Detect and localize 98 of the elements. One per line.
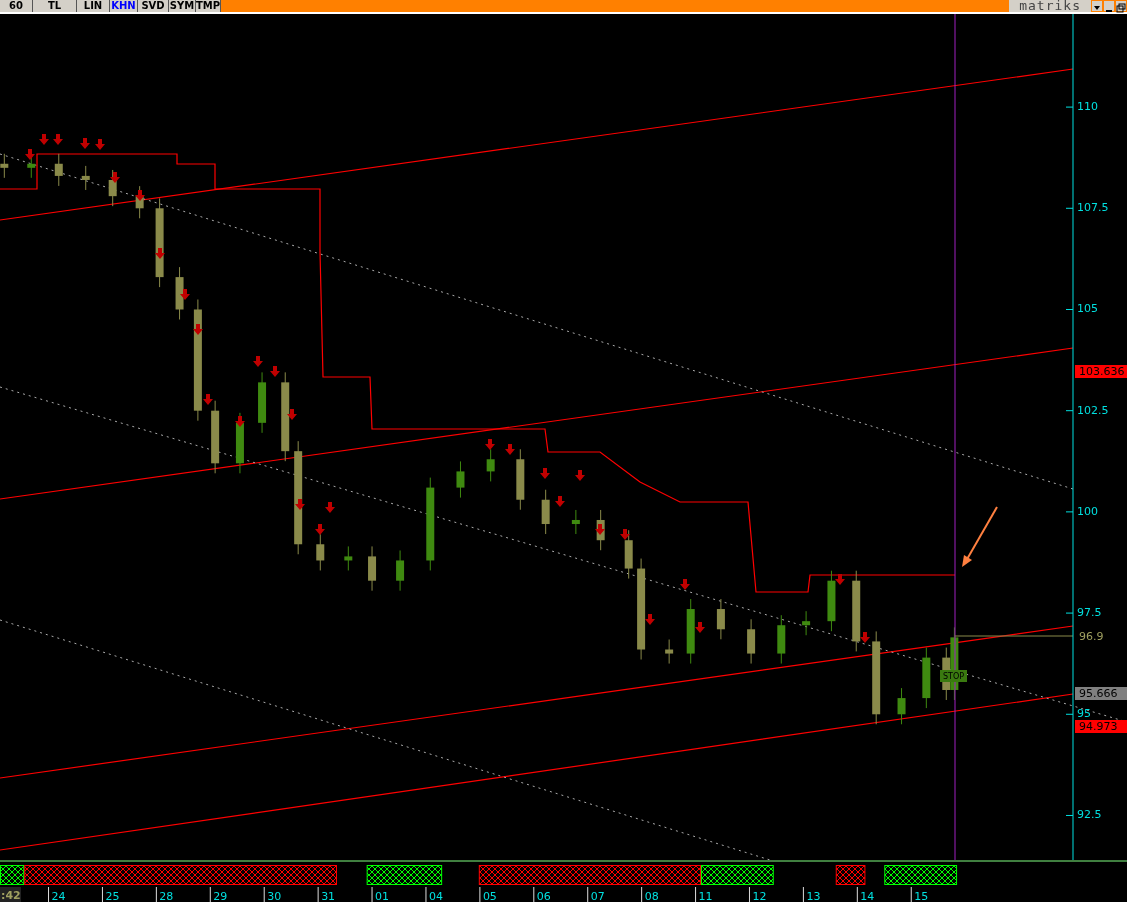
down-arrow-icon <box>680 579 690 590</box>
down-arrow-icon <box>485 439 495 450</box>
candlestick <box>686 598 695 665</box>
date-label: 11 <box>698 890 713 902</box>
candlestick <box>747 618 756 665</box>
price-label: 96.9 <box>1079 630 1104 643</box>
down-arrow-icon <box>695 622 705 633</box>
candlestick <box>827 570 836 632</box>
candlestick <box>624 529 633 580</box>
candlestick <box>777 614 786 665</box>
price-label: 103.636 <box>1075 365 1127 378</box>
axis-label: 95 <box>1077 707 1091 721</box>
date-label: 13 <box>806 890 821 902</box>
down-arrow-icon <box>235 416 245 427</box>
logo: matriks <box>1009 0 1091 12</box>
date-label: 01 <box>375 890 390 902</box>
date-label: 05 <box>482 890 497 902</box>
down-arrow-icon <box>287 409 297 420</box>
down-arrow-icon <box>180 289 190 300</box>
date-label: 24 <box>51 890 66 902</box>
down-arrow-icon <box>505 444 515 455</box>
toolbar-button[interactable]: KHN <box>110 0 138 12</box>
candlestick <box>316 533 325 571</box>
axis-label: 107.5 <box>1077 201 1109 215</box>
date-label: 25 <box>105 890 120 902</box>
price-label: 95.666 <box>1075 687 1127 700</box>
candlestick <box>175 266 184 320</box>
toolbar-button[interactable]: SVD <box>138 0 169 12</box>
candlestick <box>486 448 495 482</box>
down-arrow-icon <box>53 134 63 145</box>
down-arrow-icon <box>620 529 630 540</box>
down-arrow-icon <box>555 496 565 507</box>
candlestick <box>541 489 550 535</box>
date-label: 15 <box>914 890 929 902</box>
candlestick <box>456 460 465 499</box>
candlestick <box>0 153 9 179</box>
down-arrow-icon <box>155 248 165 259</box>
candlestick <box>108 169 117 207</box>
toolbar-button[interactable]: SYM <box>169 0 196 12</box>
candlestick <box>81 165 90 191</box>
axis-label: 105 <box>1077 302 1098 316</box>
date-label: 12 <box>752 890 767 902</box>
stop-label: STOP <box>940 670 967 682</box>
axis-label: 92.5 <box>1077 808 1102 822</box>
date-label: 30 <box>267 890 282 902</box>
toolbar-button[interactable]: TL <box>33 0 77 12</box>
down-arrow-icon <box>110 172 120 183</box>
restore-icon[interactable] <box>1116 1 1126 11</box>
dropdown-icon[interactable] <box>1092 1 1102 11</box>
date-label: 29 <box>213 890 228 902</box>
down-arrow-icon <box>135 190 145 201</box>
candlestick <box>54 153 63 187</box>
axis-label: 100 <box>1077 504 1098 518</box>
down-arrow-icon <box>253 356 263 367</box>
candlestick <box>344 545 353 571</box>
date-label: 14 <box>860 890 875 902</box>
candlestick <box>368 545 377 592</box>
candlestick <box>897 687 906 725</box>
down-arrow-icon <box>270 366 280 377</box>
down-arrow-icon <box>595 524 605 535</box>
axis-label: 110 <box>1077 100 1098 114</box>
down-arrow-icon <box>193 324 203 335</box>
minimize-icon[interactable] <box>1104 1 1114 11</box>
down-arrow-icon <box>39 134 49 145</box>
date-label: 28 <box>159 890 174 902</box>
candlestick <box>665 639 674 665</box>
down-arrow-icon <box>860 632 870 643</box>
down-arrow-icon <box>25 149 35 160</box>
price-label: 94.973 <box>1075 720 1127 733</box>
date-label: 08 <box>644 890 659 902</box>
down-arrow-icon <box>645 614 655 625</box>
date-label: 31 <box>321 890 336 902</box>
down-arrow-icon <box>575 470 585 481</box>
axis-label: 102.5 <box>1077 403 1109 417</box>
date-label: 04 <box>428 890 443 902</box>
time-label: :42 <box>0 887 21 902</box>
candlestick <box>922 647 931 709</box>
down-arrow-icon <box>835 574 845 585</box>
down-arrow-icon <box>540 468 550 479</box>
candlestick <box>571 509 580 535</box>
date-label: 07 <box>590 890 605 902</box>
arrow-icon <box>962 506 998 567</box>
toolbar-button[interactable]: TMP <box>196 0 221 12</box>
axis-label: 97.5 <box>1077 606 1102 620</box>
date-label: 06 <box>536 890 551 902</box>
down-arrow-icon <box>80 138 90 149</box>
down-arrow-icon <box>325 502 335 513</box>
candlestick <box>716 598 725 640</box>
down-arrow-icon <box>203 394 213 405</box>
down-arrow-icon <box>295 499 305 510</box>
candlestick <box>258 371 267 434</box>
down-arrow-icon <box>95 139 105 150</box>
candlestick <box>802 610 811 636</box>
candlestick <box>396 549 405 592</box>
toolbar-button[interactable]: 60 <box>0 0 33 12</box>
candlestick <box>516 448 525 511</box>
toolbar-button[interactable]: LIN <box>77 0 110 12</box>
down-arrow-icon <box>315 524 325 535</box>
